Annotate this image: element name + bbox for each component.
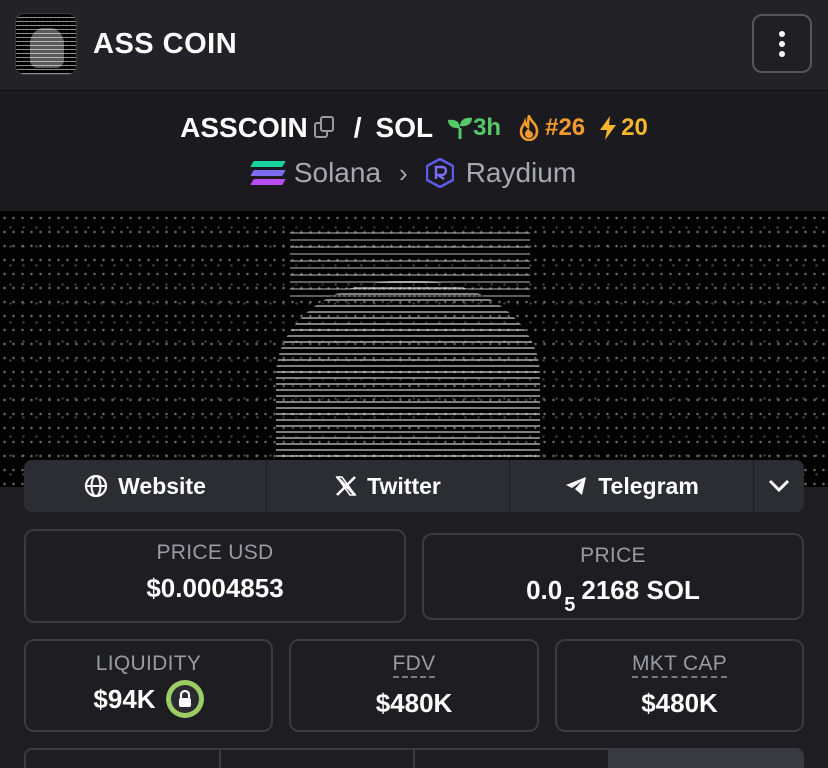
copy-icon[interactable]: [313, 116, 336, 140]
x-logo-icon: [335, 476, 357, 496]
twitter-label: Twitter: [367, 472, 441, 499]
quote-token-symbol: SOL: [375, 112, 434, 143]
market-cap-value: $480K: [641, 688, 718, 718]
pair-info: ASSCOIN / SOL 3h #26 20 Solana › Raydium: [0, 92, 828, 211]
base-token-symbol: ASSCOIN: [180, 112, 308, 143]
fdv-label: FDV: [392, 652, 436, 678]
timeframe-tabs: [24, 748, 804, 768]
more-links-button[interactable]: [754, 460, 804, 512]
telegram-button[interactable]: Telegram: [510, 460, 754, 512]
website-button[interactable]: Website: [24, 460, 267, 512]
social-links: Website Twitter Telegram: [24, 460, 804, 512]
dex-name[interactable]: Raydium: [466, 157, 576, 189]
top-bar: ASS COIN: [0, 0, 828, 91]
liquidity-value: $94K: [93, 683, 156, 714]
price-native-zero-count: 5: [564, 594, 576, 617]
pair-separator: /: [353, 112, 362, 143]
seedling-icon: [448, 117, 473, 139]
price-native-card: PRICE 0.052168 SOL: [422, 533, 804, 620]
price-usd-card: PRICE USD $0.0004853: [24, 529, 406, 623]
pair-age-badge: 3h: [447, 114, 501, 142]
price-usd-label: PRICE USD: [156, 541, 274, 564]
tab[interactable]: [415, 750, 610, 768]
flame-icon: [519, 115, 539, 141]
market-cap-label: MKT CAP: [631, 652, 728, 678]
boost-badge[interactable]: 20: [599, 114, 648, 142]
chevron-right-icon: ›: [399, 157, 408, 188]
price-native-value: 0.052168 SOL: [424, 575, 802, 616]
fdv-card[interactable]: FDV $480K: [289, 639, 539, 732]
token-banner-image: [0, 211, 828, 487]
tab-active[interactable]: [609, 750, 802, 768]
token-title: ASS COIN: [93, 28, 238, 60]
kebab-dot: [779, 50, 785, 57]
trending-rank-badge[interactable]: #26: [517, 114, 585, 142]
chain-name[interactable]: Solana: [294, 157, 381, 189]
telegram-icon: [566, 477, 587, 495]
price-native-prefix: 0.0: [526, 575, 563, 605]
tab[interactable]: [220, 750, 415, 768]
price-native-suffix: 2168 SOL: [581, 575, 700, 605]
lock-icon: [178, 690, 191, 707]
fdv-value: $480K: [375, 688, 453, 718]
lightning-icon: [600, 116, 617, 140]
banner-figure-shape: [276, 281, 540, 487]
price-native-label: PRICE: [580, 544, 646, 567]
chevron-down-icon: [768, 479, 790, 493]
twitter-button[interactable]: Twitter: [267, 460, 510, 512]
tab[interactable]: [26, 750, 221, 768]
price-usd-value: $0.0004853: [146, 573, 284, 603]
boost-count: 20: [621, 114, 648, 141]
token-avatar[interactable]: [15, 13, 77, 75]
globe-icon: [85, 474, 108, 498]
liquidity-card: LIQUIDITY $94K: [24, 639, 273, 732]
raydium-icon: [425, 158, 454, 188]
website-label: Website: [118, 472, 206, 499]
trending-rank: #26: [545, 114, 586, 141]
pair-age: 3h: [473, 114, 502, 141]
solana-icon: [250, 161, 286, 185]
liquidity-value-row: $94K: [26, 680, 271, 718]
avatar-figure: [30, 28, 64, 68]
market-cap-card[interactable]: MKT CAP $480K: [555, 639, 804, 732]
chain-breadcrumb: Solana › Raydium: [0, 155, 828, 191]
pair-line: ASSCOIN / SOL 3h #26 20: [0, 110, 828, 146]
kebab-vertical-icon: [779, 30, 785, 37]
liquidity-label: LIQUIDITY: [95, 652, 202, 675]
kebab-dot: [779, 40, 785, 47]
menu-button[interactable]: [752, 14, 812, 73]
liquidity-lock-badge[interactable]: [165, 680, 204, 718]
telegram-label: Telegram: [598, 472, 699, 499]
